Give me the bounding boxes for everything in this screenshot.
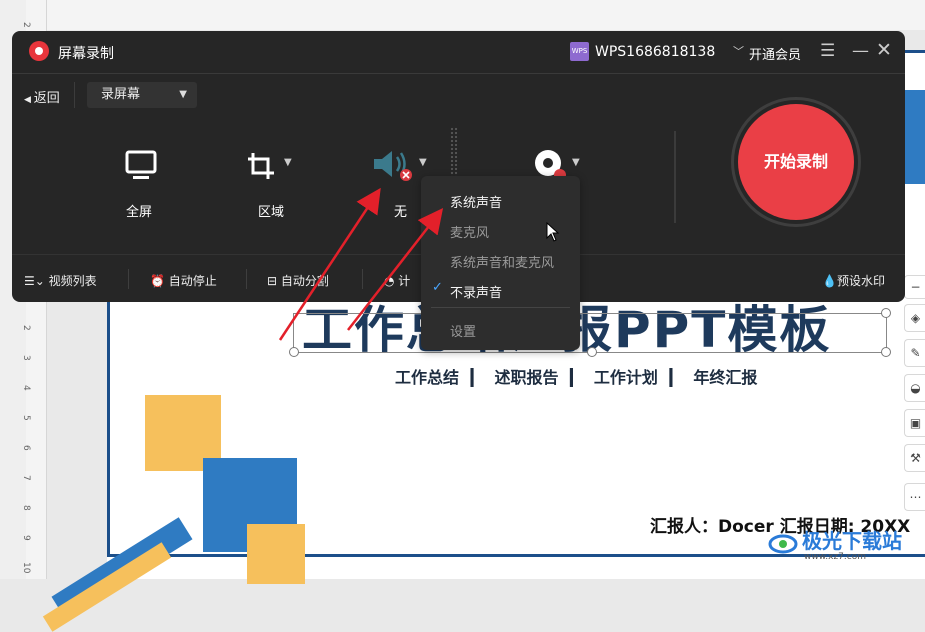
fill-icon[interactable]: ◒ — [904, 374, 925, 402]
user-name[interactable]: WPS1686818138 — [595, 44, 715, 60]
record-app-icon — [29, 41, 49, 61]
site-watermark: 极光下载站 www.xz7.com — [768, 525, 902, 562]
minimize-icon[interactable]: — — [852, 41, 869, 61]
divider — [128, 269, 129, 289]
ruler-number: 2 — [21, 22, 31, 28]
dropdown-arrow-icon: ▼ — [179, 89, 187, 100]
resize-handle[interactable] — [881, 347, 891, 357]
close-icon[interactable]: ✕ — [876, 39, 892, 61]
back-label: 返回 — [33, 91, 60, 106]
clock-icon: ◔ — [384, 274, 399, 288]
ruler-number: 10 — [21, 562, 31, 574]
frame-icon[interactable]: ▣ — [904, 409, 925, 437]
auto-split-label: 自动分割 — [280, 274, 329, 288]
menu-item-system-and-mic[interactable]: 系统声音和麦克风 — [450, 252, 554, 271]
divider — [74, 82, 75, 108]
menu-item-settings[interactable]: 设置 — [450, 321, 476, 340]
start-record-button[interactable]: 开始录制 — [738, 104, 854, 220]
video-list-label: 视频列表 — [48, 274, 97, 288]
record-mode-select[interactable]: 录屏幕 ▼ — [87, 82, 197, 108]
menu-item-system-sound[interactable]: 系统声音 — [450, 192, 502, 211]
tools-icon[interactable]: ⚒ — [904, 444, 925, 472]
recorder-titlebar[interactable]: 屏幕录制 WPS WPS1686818138 ﹀ 开通会员 ☰ — ✕ — [12, 31, 905, 74]
open-vip-link[interactable]: 开通会员 — [749, 44, 801, 63]
list-icon: ☰⌄ — [24, 274, 49, 288]
wps-avatar-icon[interactable]: WPS — [570, 42, 589, 61]
auto-stop-button[interactable]: ⏰ 自动停止 — [150, 272, 217, 289]
record-mode-value: 录屏幕 — [101, 87, 141, 102]
pen-icon[interactable]: ✎ — [904, 339, 925, 367]
monitor-icon — [125, 150, 157, 179]
resize-handle[interactable] — [289, 347, 299, 357]
ruler-number: 8 — [21, 505, 31, 511]
audio-caret-icon[interactable]: ▼ — [419, 157, 427, 168]
region-label: 区域 — [258, 205, 285, 220]
split-icon: ⊟ — [267, 274, 281, 288]
vip-chevron-icon[interactable]: ﹀ — [733, 43, 744, 59]
divider — [246, 269, 247, 289]
layers-icon[interactable]: ◈ — [904, 304, 925, 332]
speaker-muted-icon — [374, 151, 412, 181]
fullscreen-label: 全屏 — [126, 205, 153, 220]
back-button[interactable]: ◀ 返回 — [24, 87, 60, 106]
divider — [674, 131, 676, 223]
video-list-button[interactable]: ☰⌄ 视频列表 — [24, 272, 97, 289]
back-arrow-icon: ◀ — [24, 95, 34, 105]
audio-source-menu: 系统声音 麦克风 系统声音和麦克风 ✓ 不录声音 设置 — [421, 176, 580, 350]
menu-divider — [431, 307, 570, 308]
auto-stop-label: 自动停止 — [168, 274, 217, 288]
site-url: www.xz7.com — [804, 552, 866, 562]
ruler-number: 3 — [21, 355, 31, 361]
crop-icon — [248, 153, 274, 179]
site-logo-icon — [768, 534, 798, 553]
top-sheet-area — [46, 0, 925, 30]
alarm-clock-icon: ⏰ — [150, 274, 169, 288]
slide-thumb-strip — [904, 90, 925, 184]
resize-handle[interactable] — [587, 347, 597, 357]
menu-item-microphone[interactable]: 麦克风 — [450, 222, 489, 241]
ruler-number: 6 — [21, 445, 31, 451]
timer-button[interactable]: ◔ 计 — [384, 272, 410, 289]
site-name: 极光下载站 — [802, 529, 902, 553]
right-tool-panel: − ◈ ✎ ◒ ▣ ⚒ ⋯ — [904, 275, 925, 515]
droplet-icon: 💧 — [822, 274, 837, 288]
slide-subtitle: 工作总结 ▎ 述职报告 ▎ 工作计划 ▎ 年终汇报 — [395, 368, 758, 387]
timer-label: 计 — [398, 274, 411, 288]
ruler-number: 9 — [21, 535, 31, 541]
camera-caret-icon[interactable]: ▼ — [572, 157, 580, 168]
ruler-number: 5 — [21, 415, 31, 421]
checkmark-icon: ✓ — [432, 280, 443, 295]
ruler-number: 7 — [21, 475, 31, 481]
region-caret-icon[interactable]: ▼ — [284, 157, 292, 168]
ruler-number: 4 — [21, 385, 31, 391]
watermark-label: 预设水印 — [836, 274, 885, 288]
more-icon[interactable]: ⋯ — [904, 483, 925, 511]
hamburger-menu-icon[interactable]: ☰ — [820, 43, 835, 60]
decor-square-yellow-small — [247, 524, 305, 584]
mouse-cursor-icon — [546, 222, 560, 242]
auto-split-button[interactable]: ⊟ 自动分割 — [267, 272, 329, 289]
ruler-number: 2 — [21, 325, 31, 331]
divider — [362, 269, 363, 289]
menu-item-no-sound[interactable]: 不录声音 — [450, 282, 502, 301]
audio-label: 无 — [394, 205, 408, 220]
watermark-button[interactable]: 💧预设水印 — [822, 272, 885, 289]
resize-handle[interactable] — [881, 308, 891, 318]
app-title: 屏幕录制 — [58, 46, 114, 62]
zoom-out-icon[interactable]: − — [904, 275, 925, 299]
